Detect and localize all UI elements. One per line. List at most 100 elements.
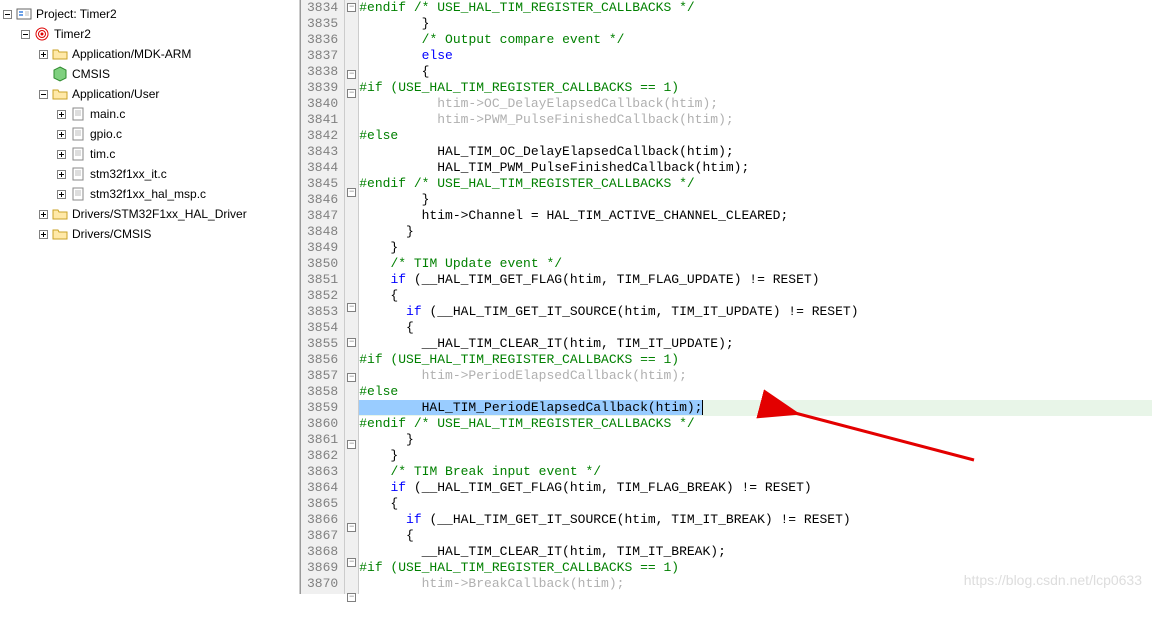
code-line[interactable]: {	[359, 320, 1152, 336]
expand-toggle-icon[interactable]	[54, 147, 68, 161]
tree-item[interactable]: stm32f1xx_it.c	[54, 164, 299, 184]
tree-item-label: Application/User	[72, 85, 159, 103]
code-line[interactable]: #else	[359, 128, 1152, 144]
fold-toggle-icon[interactable]: −	[347, 188, 356, 197]
code-content[interactable]: https://blog.csdn.net/lcp0633 #endif /* …	[359, 0, 1152, 594]
line-number: 3844	[307, 160, 338, 176]
fold-toggle-icon[interactable]: −	[347, 373, 356, 382]
fold-cell	[345, 268, 358, 284]
code-line[interactable]: #else	[359, 384, 1152, 400]
code-line[interactable]: {	[359, 64, 1152, 80]
fold-cell[interactable]: −	[345, 70, 358, 86]
code-line[interactable]: }	[359, 16, 1152, 32]
code-line[interactable]: if (__HAL_TIM_GET_FLAG(htim, TIM_FLAG_BR…	[359, 480, 1152, 496]
code-line[interactable]: #if (USE_HAL_TIM_REGISTER_CALLBACKS == 1…	[359, 352, 1152, 368]
code-line[interactable]: }	[359, 224, 1152, 240]
code-line[interactable]: /* TIM Update event */	[359, 256, 1152, 272]
tree-item[interactable]: Drivers/CMSIS	[36, 224, 299, 244]
fold-toggle-icon[interactable]: −	[347, 3, 356, 12]
fold-cell[interactable]: −	[345, 558, 358, 574]
line-number: 3853	[307, 304, 338, 320]
code-line[interactable]: if (__HAL_TIM_GET_IT_SOURCE(htim, TIM_IT…	[359, 304, 1152, 320]
code-line[interactable]: }	[359, 448, 1152, 464]
code-line[interactable]: }	[359, 192, 1152, 208]
code-editor[interactable]: 3834383538363837383838393840384138423843…	[300, 0, 1152, 594]
code-line[interactable]: #endif /* USE_HAL_TIM_REGISTER_CALLBACKS…	[359, 176, 1152, 192]
fold-cell	[345, 220, 358, 236]
fold-cell[interactable]: −	[345, 593, 358, 609]
fold-cell[interactable]: −	[345, 89, 358, 105]
tree-item[interactable]: Timer2	[18, 24, 299, 44]
code-line[interactable]: /* Output compare event */	[359, 32, 1152, 48]
fold-cell[interactable]: −	[345, 523, 358, 539]
tree-item[interactable]: CMSIS	[36, 64, 299, 84]
line-number: 3842	[307, 128, 338, 144]
fold-cell[interactable]: −	[345, 338, 358, 354]
tree-item[interactable]: Drivers/STM32F1xx_HAL_Driver	[36, 204, 299, 224]
code-line[interactable]: htim->OC_DelayElapsedCallback(htim);	[359, 96, 1152, 112]
code-line[interactable]: HAL_TIM_OC_DelayElapsedCallback(htim);	[359, 144, 1152, 160]
tree-item[interactable]: stm32f1xx_hal_msp.c	[54, 184, 299, 204]
fold-toggle-icon[interactable]: −	[347, 303, 356, 312]
tree-item-label: Application/MDK-ARM	[72, 45, 191, 63]
code-line[interactable]: __HAL_TIM_CLEAR_IT(htim, TIM_IT_UPDATE);	[359, 336, 1152, 352]
tree-item[interactable]: main.c	[54, 104, 299, 124]
tree-item[interactable]: Application/User	[36, 84, 299, 104]
code-line[interactable]: htim->PWM_PulseFinishedCallback(htim);	[359, 112, 1152, 128]
fold-toggle-icon[interactable]: −	[347, 593, 356, 602]
fold-cell	[345, 574, 358, 590]
project-tree-panel[interactable]: Project: Timer2 Timer2 Application/MDK-A…	[0, 0, 300, 594]
code-line[interactable]: else	[359, 48, 1152, 64]
expand-toggle-icon[interactable]	[0, 7, 14, 21]
code-line[interactable]: }	[359, 432, 1152, 448]
line-number: 3859	[307, 400, 338, 416]
file-icon	[70, 106, 86, 122]
fold-cell[interactable]: −	[345, 440, 358, 456]
expand-toggle-icon[interactable]	[54, 187, 68, 201]
tree-item[interactable]: tim.c	[54, 144, 299, 164]
tree-item[interactable]: Application/MDK-ARM	[36, 44, 299, 64]
expand-toggle-icon[interactable]	[18, 27, 32, 41]
expand-toggle-icon[interactable]	[36, 87, 50, 101]
code-line[interactable]: __HAL_TIM_CLEAR_IT(htim, TIM_IT_BREAK);	[359, 544, 1152, 560]
line-number: 3836	[307, 32, 338, 48]
fold-cell[interactable]: −	[345, 373, 358, 389]
tree-item-label: Project: Timer2	[36, 5, 117, 23]
code-line[interactable]: HAL_TIM_PWM_PulseFinishedCallback(htim);	[359, 160, 1152, 176]
expand-toggle-icon[interactable]	[54, 127, 68, 141]
expand-toggle-icon[interactable]	[54, 167, 68, 181]
expand-toggle-icon[interactable]	[54, 107, 68, 121]
line-number: 3870	[307, 576, 338, 592]
fold-cell[interactable]: −	[345, 3, 358, 19]
code-line[interactable]: htim->PeriodElapsedCallback(htim);	[359, 368, 1152, 384]
code-line[interactable]: htim->Channel = HAL_TIM_ACTIVE_CHANNEL_C…	[359, 208, 1152, 224]
code-line[interactable]: #endif /* USE_HAL_TIM_REGISTER_CALLBACKS…	[359, 0, 1152, 16]
fold-cell	[345, 252, 358, 268]
fold-toggle-icon[interactable]: −	[347, 89, 356, 98]
expand-toggle-icon[interactable]	[36, 47, 50, 61]
fold-toggle-icon[interactable]: −	[347, 440, 356, 449]
fold-gutter[interactable]: −−−−−−−−−−−	[345, 0, 359, 594]
fold-toggle-icon[interactable]: −	[347, 70, 356, 79]
fold-cell[interactable]: −	[345, 188, 358, 204]
fold-cell[interactable]: −	[345, 303, 358, 319]
fold-toggle-icon[interactable]: −	[347, 523, 356, 532]
expand-toggle-icon[interactable]	[36, 227, 50, 241]
code-line[interactable]: if (__HAL_TIM_GET_FLAG(htim, TIM_FLAG_UP…	[359, 272, 1152, 288]
code-line[interactable]: /* TIM Break input event */	[359, 464, 1152, 480]
code-line[interactable]: {	[359, 288, 1152, 304]
code-line[interactable]: {	[359, 528, 1152, 544]
expand-toggle-icon[interactable]	[36, 207, 50, 221]
code-line[interactable]: #if (USE_HAL_TIM_REGISTER_CALLBACKS == 1…	[359, 80, 1152, 96]
fold-toggle-icon[interactable]: −	[347, 338, 356, 347]
code-line[interactable]: }	[359, 240, 1152, 256]
code-line[interactable]: HAL_TIM_PeriodElapsedCallback(htim);	[359, 400, 1152, 416]
tree-item-label: Timer2	[54, 25, 91, 43]
fold-toggle-icon[interactable]: −	[347, 558, 356, 567]
tree-item[interactable]: gpio.c	[54, 124, 299, 144]
code-line[interactable]: {	[359, 496, 1152, 512]
tree-root[interactable]: Project: Timer2	[0, 4, 299, 24]
file-icon	[70, 126, 86, 142]
code-line[interactable]: #endif /* USE_HAL_TIM_REGISTER_CALLBACKS…	[359, 416, 1152, 432]
code-line[interactable]: if (__HAL_TIM_GET_IT_SOURCE(htim, TIM_IT…	[359, 512, 1152, 528]
